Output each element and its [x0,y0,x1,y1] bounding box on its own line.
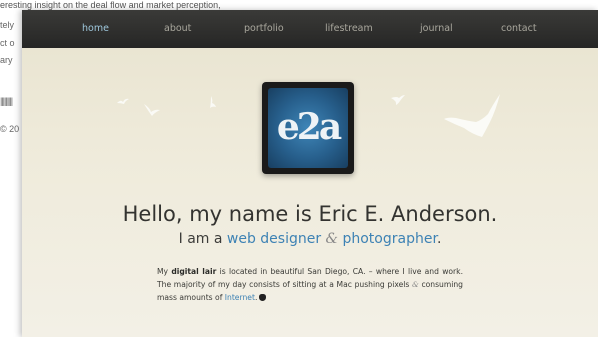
background-text: eresting insight on the deal flow and ma… [0,0,221,10]
intro-text: . [254,293,258,302]
intro-bold-text: digital lair [171,267,217,276]
bird-icon [210,96,216,108]
hero-subtitle: I am a web designer & photographer. [22,231,598,247]
website-frame: home about portfolio lifestream journal … [22,10,598,337]
background-fragment: ary [0,55,13,65]
logo-badge: e2a [268,88,348,168]
intro-ampersand: & [412,280,419,289]
intro-paragraph: My digital lair is located in beautiful … [157,265,463,304]
subtitle-ampersand: & [321,231,343,247]
nav-home[interactable]: home [82,10,109,48]
subtitle-prefix: I am a [178,231,227,247]
site-logo[interactable]: e2a [262,82,354,174]
background-fragment: ct o [0,38,15,48]
bird-icon [444,94,500,137]
hero-title: Hello, my name is Eric E. Anderson. [122,202,498,226]
bird-icon [391,95,405,105]
background-fragment: © 20 [0,124,20,134]
internet-link[interactable]: Internet [225,293,255,302]
subtitle-suffix: . [436,231,442,247]
logo-text: e2a [276,106,342,148]
bird-icon [144,104,160,116]
background-fragment: tely [0,20,15,30]
nav-portfolio[interactable]: portfolio [244,10,284,48]
photographer-link[interactable]: photographer [342,231,436,247]
bird-icon [117,98,129,104]
nav-about[interactable]: about [164,10,191,48]
web-designer-link[interactable]: web designer [227,231,321,247]
background-fragment: ||||||||| [0,96,13,106]
main-navigation: home about portfolio lifestream journal … [22,10,598,48]
apple-icon [259,294,267,301]
intro-text: My [157,267,172,276]
nav-journal[interactable]: journal [420,10,453,48]
nav-contact[interactable]: contact [501,10,537,48]
nav-lifestream[interactable]: lifestream [325,10,373,48]
